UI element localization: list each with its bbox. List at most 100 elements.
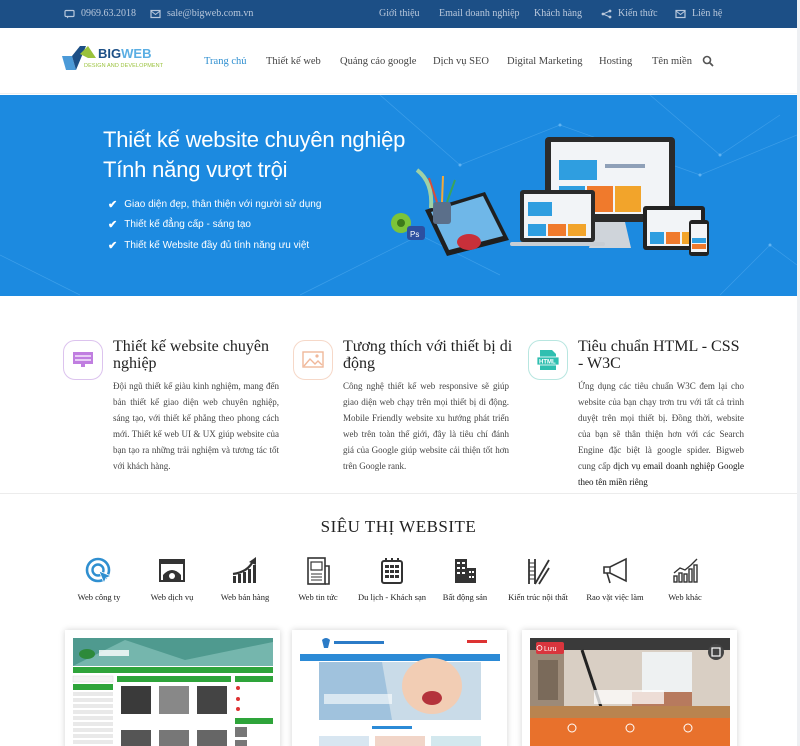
newspaper-icon bbox=[307, 557, 330, 585]
phone-icon bbox=[64, 9, 75, 18]
top-bar: 0969.63.2018 sale@bigweb.com.vn Giới thi… bbox=[0, 0, 797, 28]
category-web-ban-hang[interactable]: Web bán hàng bbox=[205, 556, 285, 602]
bar-chart-icon bbox=[673, 558, 698, 583]
market-title: SIÊU THỊ WEBSITE bbox=[320, 517, 477, 536]
browser-gear-icon bbox=[159, 559, 185, 582]
megaphone-icon bbox=[603, 557, 627, 584]
template-thumbnail-dental-clinic[interactable] bbox=[292, 630, 507, 746]
feature-text: Công nghệ thiết kế web responsive sẽ giú… bbox=[343, 381, 509, 471]
category-web-dich-vu[interactable]: Web dịch vụ bbox=[132, 556, 212, 602]
html-file-icon: HTML bbox=[536, 350, 560, 370]
smartphone bbox=[689, 220, 709, 256]
hero-bullet-text: Thiết kế Website đầy đủ tính năng ưu việ… bbox=[124, 240, 310, 251]
category-web-tin-tuc[interactable]: Web tin tức bbox=[278, 556, 358, 602]
topbar-link-kien-thuc[interactable]: Kiến thức bbox=[601, 8, 658, 19]
nav-hosting[interactable]: Hosting bbox=[599, 56, 632, 67]
feature-title: Tương thích với thiết bị di động bbox=[343, 338, 513, 372]
hotel-icon bbox=[381, 558, 403, 584]
feature-icon-box bbox=[293, 340, 333, 380]
nav-digital-marketing[interactable]: Digital Marketing bbox=[507, 56, 583, 67]
category-web-cong-ty[interactable]: Web công ty bbox=[59, 556, 139, 602]
category-du-lich-khach-san[interactable]: Du lịch - Khách sạn bbox=[352, 556, 432, 602]
hero-bullet-text: Thiết kế đẳng cấp - sáng tạo bbox=[124, 219, 251, 230]
feature-icon-box: HTML bbox=[528, 340, 568, 380]
topbar-link-label: Khách hàng bbox=[534, 8, 583, 19]
category-label: Web bán hàng bbox=[220, 592, 270, 602]
template-thumbnail-interior-design[interactable]: Lưu bbox=[522, 630, 737, 746]
monitor-icon bbox=[73, 352, 93, 367]
logo-part-web: WEB bbox=[121, 46, 152, 61]
category-label: Rao vặt việc làm bbox=[586, 592, 644, 602]
laptop bbox=[510, 190, 605, 246]
hero-title-line1: Thiết kế website chuyên nghiệp bbox=[103, 127, 406, 152]
share-icon bbox=[601, 9, 612, 18]
category-web-khac[interactable]: Web khác bbox=[645, 556, 725, 602]
growth-chart-icon bbox=[232, 557, 256, 583]
category-label: Bất động sản bbox=[442, 592, 488, 602]
svg-text:HTML: HTML bbox=[539, 360, 556, 366]
hero-bullet: ✔ Thiết kế đẳng cấp - sáng tạo bbox=[108, 218, 251, 231]
category-label: Web khác bbox=[668, 592, 702, 602]
category-label: Kiến trúc nội thất bbox=[508, 592, 568, 602]
stairs-icon bbox=[528, 559, 550, 585]
check-icon: ✔ bbox=[108, 199, 118, 211]
template-thumbnail-steel-pipe[interactable] bbox=[65, 630, 280, 746]
interior-design-site-preview: Lưu bbox=[522, 630, 737, 746]
topbar-link-label: Email doanh nghiệp bbox=[439, 8, 520, 19]
category-label: Web công ty bbox=[77, 592, 121, 602]
hero-bullet-text: Giao diện đẹp, thân thiện với người sử d… bbox=[124, 199, 322, 210]
design-tools-tablet: Ps bbox=[391, 168, 509, 256]
topbar-link-email-doanh-nghiep[interactable]: Email doanh nghiệp bbox=[439, 8, 520, 19]
topbar-link-label: Kiến thức bbox=[618, 8, 658, 19]
category-rao-vat-viec-lam[interactable]: Rao vặt việc làm bbox=[575, 556, 655, 602]
category-label: Web dịch vụ bbox=[150, 592, 194, 602]
feature-text: Ứng dụng các tiêu chuẩn W3C đem lại cho … bbox=[578, 378, 744, 490]
section-divider bbox=[0, 493, 797, 494]
feature-title: Tiêu chuẩn HTML - CSS - W3C bbox=[578, 338, 740, 372]
topbar-link-khach-hang[interactable]: Khách hàng bbox=[534, 8, 582, 19]
category-label: Web tin tức bbox=[298, 592, 338, 602]
mail-icon bbox=[675, 9, 686, 18]
logo[interactable]: BIGWEB DESIGN AND DEVELOPMENT bbox=[62, 46, 172, 76]
logo-part-big: BIG bbox=[98, 46, 122, 61]
feature-text-body: Ứng dụng các tiêu chuẩn W3C đem lại cho … bbox=[578, 381, 744, 471]
nav-ten-mien[interactable]: Tên miền bbox=[652, 56, 692, 67]
feature-icon-box bbox=[63, 340, 103, 380]
svg-text:Ps: Ps bbox=[410, 230, 419, 239]
topbar-link-lien-he[interactable]: Liên hệ bbox=[675, 8, 722, 19]
email-address: sale@bigweb.com.vn bbox=[167, 8, 254, 19]
check-icon: ✔ bbox=[108, 240, 118, 252]
dental-clinic-site-preview bbox=[292, 630, 507, 746]
nav-trang-chu[interactable]: Trang chủ bbox=[204, 56, 247, 67]
hero-bullet: ✔ Thiết kế Website đầy đủ tính năng ưu vi… bbox=[108, 239, 309, 252]
save-badge-label: Lưu bbox=[544, 646, 557, 653]
category-kien-truc-noi-that[interactable]: Kiến trúc nội thất bbox=[498, 556, 578, 602]
site-header: BIGWEB DESIGN AND DEVELOPMENT Trang chủ … bbox=[0, 28, 797, 94]
category-bat-dong-san[interactable]: Bất động sản bbox=[425, 556, 505, 602]
mail-icon bbox=[150, 9, 161, 18]
phone-contact[interactable]: 0969.63.2018 bbox=[64, 8, 136, 19]
category-label: Du lịch - Khách sạn bbox=[358, 592, 426, 602]
feature-title: Thiết kế website chuyên nghiệp bbox=[113, 338, 269, 372]
search-icon[interactable] bbox=[702, 55, 714, 67]
topbar-link-label: Liên hệ bbox=[692, 8, 723, 19]
steel-pipe-site-preview bbox=[65, 630, 280, 746]
topbar-link-label: Giới thiệu bbox=[379, 8, 420, 19]
buildings-icon bbox=[455, 559, 476, 583]
target-icon bbox=[85, 557, 113, 585]
hero-bullet: ✔ Giao diện đẹp, thân thiện với người sử … bbox=[108, 198, 321, 211]
feature-text: Đội ngũ thiết kế giàu kinh nghiệm, mang … bbox=[113, 381, 279, 471]
image-icon bbox=[302, 351, 324, 368]
email-contact[interactable]: sale@bigweb.com.vn bbox=[150, 8, 253, 19]
nav-quang-cao-google[interactable]: Quảng cáo google bbox=[340, 56, 416, 67]
responsive-devices-illustration: Ps bbox=[391, 137, 709, 256]
logo-tagline: DESIGN AND DEVELOPMENT bbox=[84, 63, 164, 69]
logo-text: BIGWEB bbox=[98, 46, 151, 61]
page: 0969.63.2018 sale@bigweb.com.vn Giới thi… bbox=[0, 0, 797, 746]
nav-thiet-ke-web[interactable]: Thiết kế web bbox=[266, 56, 321, 67]
phone-number: 0969.63.2018 bbox=[81, 8, 136, 19]
hero-title-line2: Tính năng vượt trội bbox=[103, 157, 288, 182]
check-icon: ✔ bbox=[108, 219, 118, 231]
topbar-link-gioi-thieu[interactable]: Giới thiệu bbox=[379, 8, 420, 19]
nav-dich-vu-seo[interactable]: Dịch vụ SEO bbox=[433, 56, 489, 67]
